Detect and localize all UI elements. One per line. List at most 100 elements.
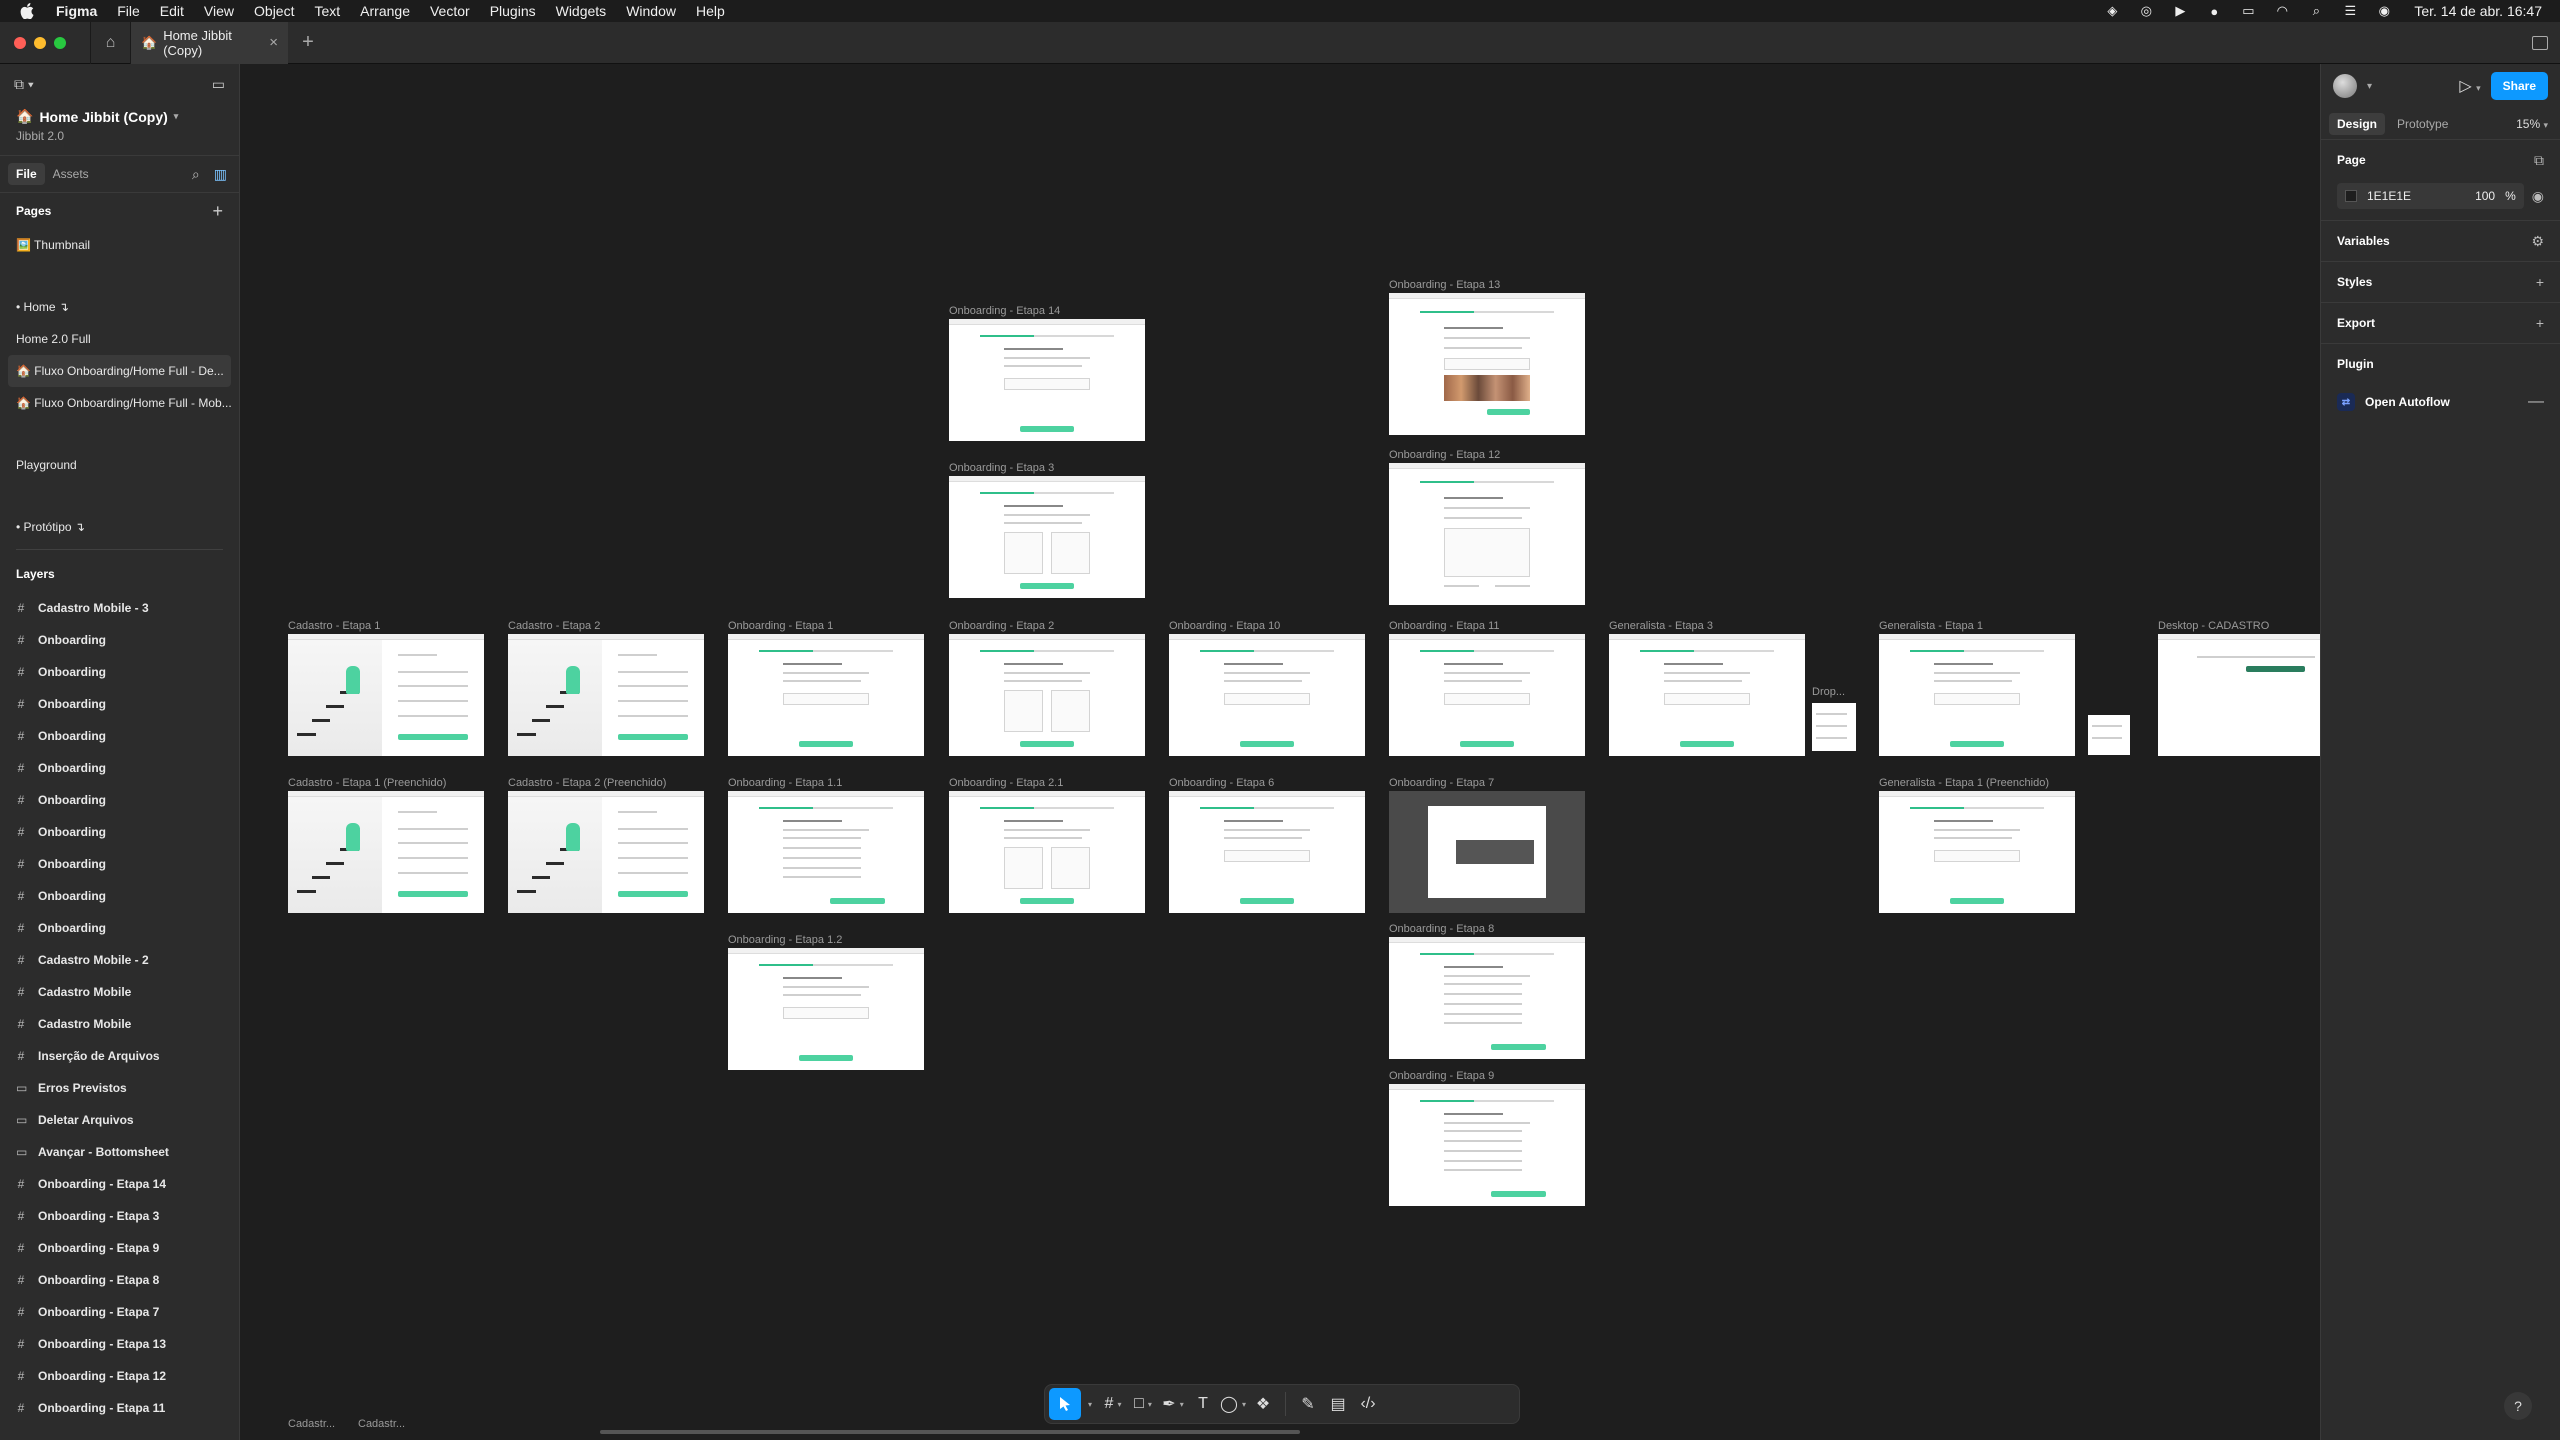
color-swatch[interactable]	[2345, 190, 2357, 202]
side-mini-frame[interactable]	[2088, 715, 2130, 755]
page-item-prototipo[interactable]: • Protótipo ↴	[0, 511, 239, 543]
layer-item[interactable]: # Onboarding	[0, 816, 239, 848]
close-window-button[interactable]	[14, 36, 26, 49]
menu-app-name[interactable]: Figma	[46, 3, 107, 19]
menu-arrange[interactable]: Arrange	[350, 3, 420, 19]
home-icon[interactable]: ⌂	[90, 21, 130, 64]
page-item-thumbnail[interactable]: 🖼️ Thumbnail	[0, 229, 239, 261]
creative-cloud-icon[interactable]: ◎	[2138, 3, 2154, 18]
main-menu-icon[interactable]: ⧉ ▾	[14, 76, 34, 93]
menubar-clock[interactable]: Ter. 14 de abr. 16:47	[2414, 3, 2542, 19]
design-canvas[interactable]: Onboarding - Etapa 14 Onboarding - Etapa …	[240, 64, 2320, 1440]
frame-o12[interactable]: Onboarding - Etapa 1.2	[728, 934, 924, 1070]
frame-g3[interactable]: Generalista - Etapa 3	[1609, 620, 1805, 756]
tab-design[interactable]: Design	[2329, 112, 2386, 135]
frame-label[interactable]: Onboarding - Etapa 10	[1169, 620, 1280, 632]
menu-plugins[interactable]: Plugins	[480, 3, 546, 19]
add-page-button[interactable]: +	[212, 201, 223, 222]
frame-o7[interactable]: Onboarding - Etapa 7	[1389, 777, 1585, 913]
layer-item[interactable]: # Onboarding	[0, 752, 239, 784]
frame-label[interactable]: Onboarding - Etapa 2.1	[949, 777, 1063, 789]
control-center-icon[interactable]: ☰	[2342, 3, 2358, 18]
frame-label[interactable]: Onboarding - Etapa 11	[1389, 620, 1499, 632]
components-tool-icon[interactable]: ❖	[1249, 1388, 1277, 1420]
menu-file[interactable]: File	[107, 3, 150, 19]
frame-g1[interactable]: Generalista - Etapa 1	[1879, 620, 2075, 756]
pen-tool-icon[interactable]: ✒ ▾	[1159, 1388, 1187, 1420]
menu-help[interactable]: Help	[686, 3, 735, 19]
frame-label[interactable]: Desktop - CADASTRO	[2158, 620, 2269, 632]
frame-label[interactable]: Generalista - Etapa 3	[1609, 620, 1713, 632]
frame-label[interactable]: Onboarding - Etapa 12	[1389, 449, 1500, 461]
frame-f3[interactable]: Onboarding - Etapa 3	[949, 462, 1145, 598]
frame-label[interactable]: Onboarding - Etapa 14	[949, 305, 1060, 317]
frame-f13[interactable]: Onboarding - Etapa 13	[1389, 279, 1585, 435]
page-item-playground[interactable]: Playground	[0, 449, 239, 481]
menu-edit[interactable]: Edit	[150, 3, 194, 19]
frame-o21[interactable]: Onboarding - Etapa 2.1	[949, 777, 1145, 913]
plugin-item-open-autoflow[interactable]: ⇄ Open Autoflow —	[2337, 384, 2544, 420]
page-item-fluxo-mobile[interactable]: 🏠 Fluxo Onboarding/Home Full - Mob...	[0, 387, 239, 419]
zoom-window-button[interactable]	[54, 36, 66, 49]
layer-item[interactable]: # Onboarding	[0, 720, 239, 752]
layer-item[interactable]: # Cadastro Mobile	[0, 1008, 239, 1040]
layer-item[interactable]: # Onboarding - Etapa 3	[0, 1200, 239, 1232]
page-settings-icon[interactable]: ⧉	[2534, 152, 2544, 169]
layer-item[interactable]: # Inserção de Arquivos	[0, 1040, 239, 1072]
layer-item[interactable]: # Onboarding - Etapa 14	[0, 1168, 239, 1200]
frame-label[interactable]: Onboarding - Etapa 1.2	[728, 934, 842, 946]
share-button[interactable]: Share	[2490, 72, 2548, 100]
layer-item[interactable]: # Onboarding - Etapa 9	[0, 1232, 239, 1264]
new-tab-button[interactable]: +	[288, 22, 328, 64]
collapse-panel-icon[interactable]: ▭	[212, 76, 225, 93]
frame-tool-icon[interactable]: # ▾	[1099, 1388, 1127, 1420]
page-item-home-2-full[interactable]: Home 2.0 Full	[0, 323, 239, 355]
comment-tool-icon[interactable]: ◯ ▾	[1219, 1388, 1247, 1420]
siri-icon[interactable]: ◉	[2376, 3, 2392, 18]
menu-window[interactable]: Window	[616, 3, 686, 19]
page-opacity[interactable]: 100	[2475, 189, 2495, 203]
layer-item[interactable]: # Onboarding	[0, 912, 239, 944]
frame-label[interactable]: Cadastr...	[288, 1418, 335, 1430]
frame-o11b[interactable]: Onboarding - Etapa 1.1	[728, 777, 924, 913]
frame-f12[interactable]: Onboarding - Etapa 12	[1389, 449, 1585, 605]
layer-item[interactable]: # Onboarding	[0, 688, 239, 720]
frame-o1[interactable]: Onboarding - Etapa 1	[728, 620, 924, 756]
zoom-level[interactable]: 15% ▾	[2516, 117, 2552, 131]
frame-o8[interactable]: Onboarding - Etapa 8	[1389, 923, 1585, 1059]
menu-object[interactable]: Object	[244, 3, 304, 19]
battery-icon[interactable]: ▭	[2240, 3, 2256, 18]
add-export-icon[interactable]: +	[2536, 315, 2544, 331]
layer-item[interactable]: ▭ Deletar Arquivos	[0, 1104, 239, 1136]
frame-label[interactable]: Onboarding - Etapa 13	[1389, 279, 1500, 291]
frame-label[interactable]: Onboarding - Etapa 8	[1389, 923, 1494, 935]
layer-item[interactable]: # Cadastro Mobile - 2	[0, 944, 239, 976]
page-item-home[interactable]: • Home ↴	[0, 291, 239, 323]
code-icon[interactable]: ‹/›	[1354, 1388, 1382, 1420]
frame-label[interactable]: Onboarding - Etapa 6	[1169, 777, 1274, 789]
layer-item[interactable]: # Onboarding - Etapa 13	[0, 1328, 239, 1360]
layer-item[interactable]: # Onboarding - Etapa 8	[0, 1264, 239, 1296]
file-title[interactable]: 🏠 Home Jibbit (Copy) ▾	[16, 108, 223, 125]
avatar[interactable]	[2333, 74, 2357, 98]
close-tab-icon[interactable]: ×	[269, 34, 278, 51]
page-color-hex[interactable]: 1E1E1E	[2367, 189, 2411, 203]
menu-widgets[interactable]: Widgets	[546, 3, 617, 19]
frame-label[interactable]: Generalista - Etapa 1 (Preenchido)	[1879, 777, 2049, 789]
frame-label[interactable]: Onboarding - Etapa 7	[1389, 777, 1494, 789]
frame-o9[interactable]: Onboarding - Etapa 9	[1389, 1070, 1585, 1206]
move-tool-icon[interactable]	[1049, 1388, 1081, 1420]
frame-label[interactable]: Onboarding - Etapa 2	[949, 620, 1054, 632]
frame-o10[interactable]: Onboarding - Etapa 10	[1169, 620, 1365, 756]
ai-tool-icon[interactable]: ✎	[1294, 1388, 1322, 1420]
horizontal-scrollbar[interactable]	[600, 1430, 1300, 1434]
sidebar-toggle-icon[interactable]	[2532, 35, 2548, 50]
layer-item[interactable]: # Onboarding	[0, 656, 239, 688]
layer-item[interactable]: # Onboarding	[0, 880, 239, 912]
frame-label[interactable]: Generalista - Etapa 1	[1879, 620, 1983, 632]
frame-f14[interactable]: Onboarding - Etapa 14	[949, 305, 1145, 441]
dev-mode-toggle-icon[interactable]: ▤	[1324, 1388, 1352, 1420]
menu-text[interactable]: Text	[304, 3, 350, 19]
project-name[interactable]: Jibbit 2.0	[16, 129, 223, 143]
chevron-down-icon[interactable]: ▾	[174, 111, 179, 122]
